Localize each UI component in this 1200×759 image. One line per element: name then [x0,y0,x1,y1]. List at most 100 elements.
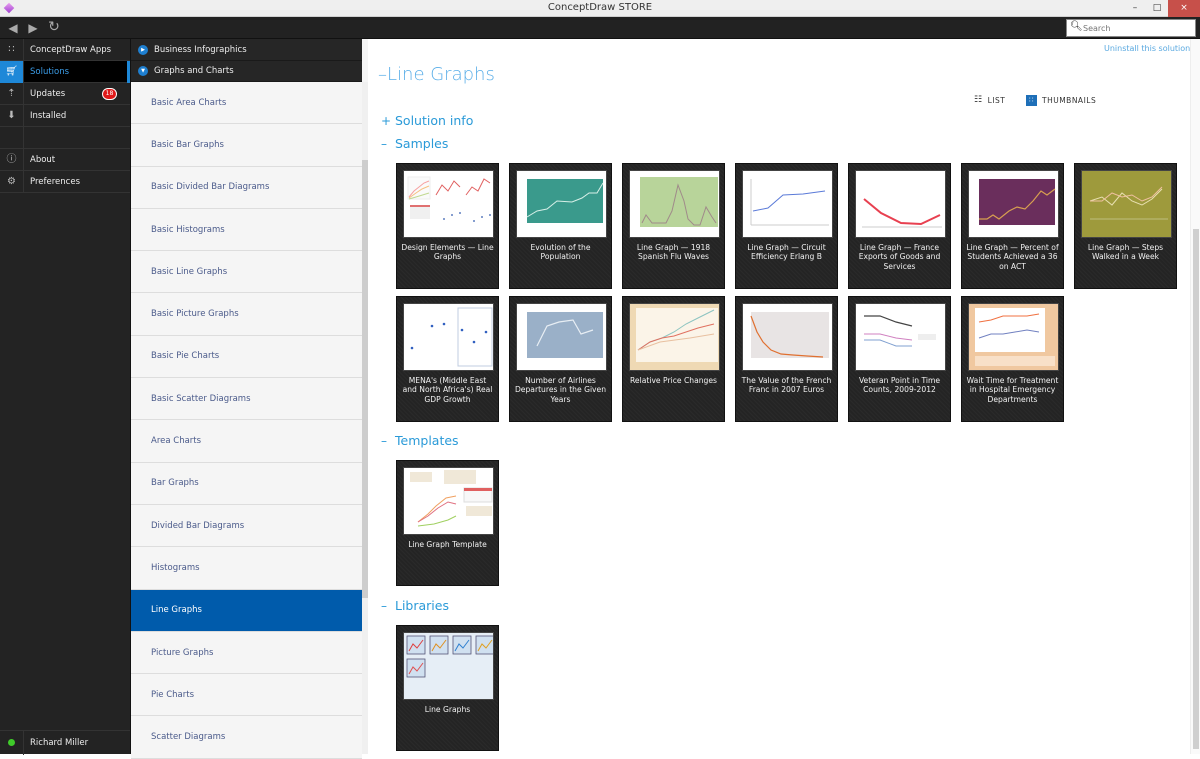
nav-item-solutions[interactable]: 🛒︎ Solutions [0,60,130,83]
spacer-cell [0,126,24,149]
template-card[interactable]: Line Graph Template [396,460,499,586]
category-graphs-and-charts[interactable]: ▼ Graphs and Charts [131,61,362,82]
sample-card[interactable]: Relative Price Changes [622,296,725,422]
category-business-infographics[interactable]: ▶ Business Infographics [131,39,362,61]
thumbnail-image [403,303,494,371]
download-icon: ⬇ [0,104,24,127]
sample-card[interactable]: Line Graph — 1918 Spanish Flu Waves [622,163,725,289]
sample-card[interactable]: Design Elements — Line Graphs [396,163,499,289]
online-status-icon [0,730,24,755]
main-scrollbar[interactable] [1190,39,1200,754]
refresh-button[interactable]: ↻ [46,20,62,36]
solution-item[interactable]: Basic Area Charts [131,82,362,125]
solution-item[interactable]: Scatter Diagrams [131,716,362,759]
section-libraries[interactable]: – Libraries [381,598,449,613]
sample-card[interactable]: Line Graph — France Exports of Goods and… [848,163,951,289]
section-label: Libraries [395,598,449,613]
card-caption: Line Graph — Circuit Efficiency Erlang B [747,243,826,262]
thumbnail-image [968,303,1059,371]
thumbnail-image [403,467,494,535]
solution-item[interactable]: Basic Divided Bar Diagrams [131,166,362,209]
section-label: Templates [395,433,459,448]
solution-item[interactable]: Basic Line Graphs [131,251,362,294]
nav-item-label: Solutions [30,66,70,77]
solution-item[interactable]: Basic Bar Graphs [131,124,362,167]
solution-item[interactable]: Basic Picture Graphs [131,293,362,336]
nav-item-about[interactable]: ⓘ About [0,148,130,171]
list-view-button[interactable]: ☷ LIST [974,95,1005,105]
sample-card[interactable]: Veteran Point in Time Counts, 2009-2012 [848,296,951,422]
nav-item-label: Preferences [30,176,80,187]
user-profile[interactable]: Richard Miller [0,730,130,755]
nav-item-updates[interactable]: ⇡ Updates 18 [0,82,130,105]
search-box[interactable]: 🔍︎ [1066,19,1196,37]
thumbnail-image [516,303,607,371]
user-name: Richard Miller [30,737,89,748]
solution-item[interactable]: Area Charts [131,420,362,463]
list-icon: ☷ [974,95,983,105]
solution-item[interactable]: Basic Scatter Diagrams [131,378,362,421]
category-label: Business Infographics [154,44,247,55]
toolbar: ◀ ▶ ↻ 🔍︎ [0,17,1200,39]
card-caption: Evolution of the Population [530,243,591,262]
title-collapse-toggle[interactable]: – [378,64,387,85]
sample-card[interactable]: Line Graph — Circuit Efficiency Erlang B [735,163,838,289]
solution-list: Basic Area Charts Basic Bar Graphs Basic D… [131,82,362,759]
minimize-button[interactable]: – [1124,0,1146,17]
back-button[interactable]: ◀ [5,20,21,36]
thumbnail-image [742,170,833,238]
thumbnails-view-button[interactable]: ∷ THUMBNAILS [1026,95,1096,106]
thumbnails-icon: ∷ [1026,95,1037,106]
section-samples[interactable]: – Samples [381,136,448,151]
nav-item-installed[interactable]: ⬇ Installed [0,104,130,127]
card-caption: Veteran Point in Time Counts, 2009-2012 [858,376,941,395]
solution-item[interactable]: Pie Charts [131,674,362,717]
forward-button[interactable]: ▶ [25,20,41,36]
section-solution-info[interactable]: + Solution info [381,113,473,128]
sample-card[interactable]: Wait Time for Treatment in Hospital Emer… [961,296,1064,422]
collapse-arrow-icon: ▼ [138,66,148,76]
search-icon: 🔍︎ [1070,21,1083,32]
window-title: ConceptDraw STORE [547,2,653,13]
nav-item-conceptdraw-apps[interactable]: ∷ ConceptDraw Apps [0,38,130,61]
search-input[interactable] [1083,21,1193,35]
section-templates[interactable]: – Templates [381,433,459,448]
thumbnail-image [516,170,607,238]
card-caption: Line Graph — Steps Walked in a Week [1087,243,1164,262]
library-card[interactable]: Line Graphs [396,625,499,751]
solution-item[interactable]: Bar Graphs [131,462,362,505]
gear-icon: ⚙ [0,170,24,193]
solution-item[interactable]: Line Graphs [131,589,362,632]
nav-item-preferences[interactable]: ⚙ Preferences [0,170,130,193]
thumbnail-image [629,170,720,238]
cart-icon: 🛒︎ [0,60,24,83]
uninstall-solution-link[interactable]: Uninstall this solution [1104,44,1190,53]
sample-card[interactable]: Line Graph — Steps Walked in a Week [1074,163,1177,289]
card-caption: The Value of the French Franc in 2007 Eu… [741,376,832,395]
sample-card[interactable]: The Value of the French Franc in 2007 Eu… [735,296,838,422]
sample-card[interactable]: MENA's (Middle East and North Africa's) … [396,296,499,422]
nav-spacer [0,126,130,149]
sample-card[interactable]: Evolution of the Population [509,163,612,289]
thumbnail-image [629,303,720,371]
sample-card[interactable]: Line Graph — Percent of Students Achieve… [961,163,1064,289]
card-caption: Line Graphs [424,705,471,714]
sample-card[interactable]: Number of Airlines Departures in the Giv… [509,296,612,422]
window-titlebar: ConceptDraw STORE – □ × [0,0,1200,17]
thumbnail-image [968,170,1059,238]
card-caption: Wait Time for Treatment in Hospital Emer… [966,376,1059,404]
maximize-button[interactable]: □ [1146,0,1168,17]
scrollbar-thumb[interactable] [1193,229,1199,749]
page-title: –Line Graphs [378,64,495,85]
close-button[interactable]: × [1168,0,1200,17]
nav-item-label: Updates [30,88,66,99]
solution-item[interactable]: Picture Graphs [131,631,362,675]
list-view-label: LIST [987,95,1006,105]
solution-item[interactable]: Divided Bar Diagrams [131,504,362,548]
updates-count-badge: 18 [102,88,117,100]
solution-item[interactable]: Histograms [131,547,362,590]
solution-item[interactable]: Basic Pie Charts [131,335,362,379]
card-caption: Relative Price Changes [629,376,717,385]
solution-item[interactable]: Basic Histograms [131,208,362,252]
card-caption: Line Graph — 1918 Spanish Flu Waves [636,243,711,262]
